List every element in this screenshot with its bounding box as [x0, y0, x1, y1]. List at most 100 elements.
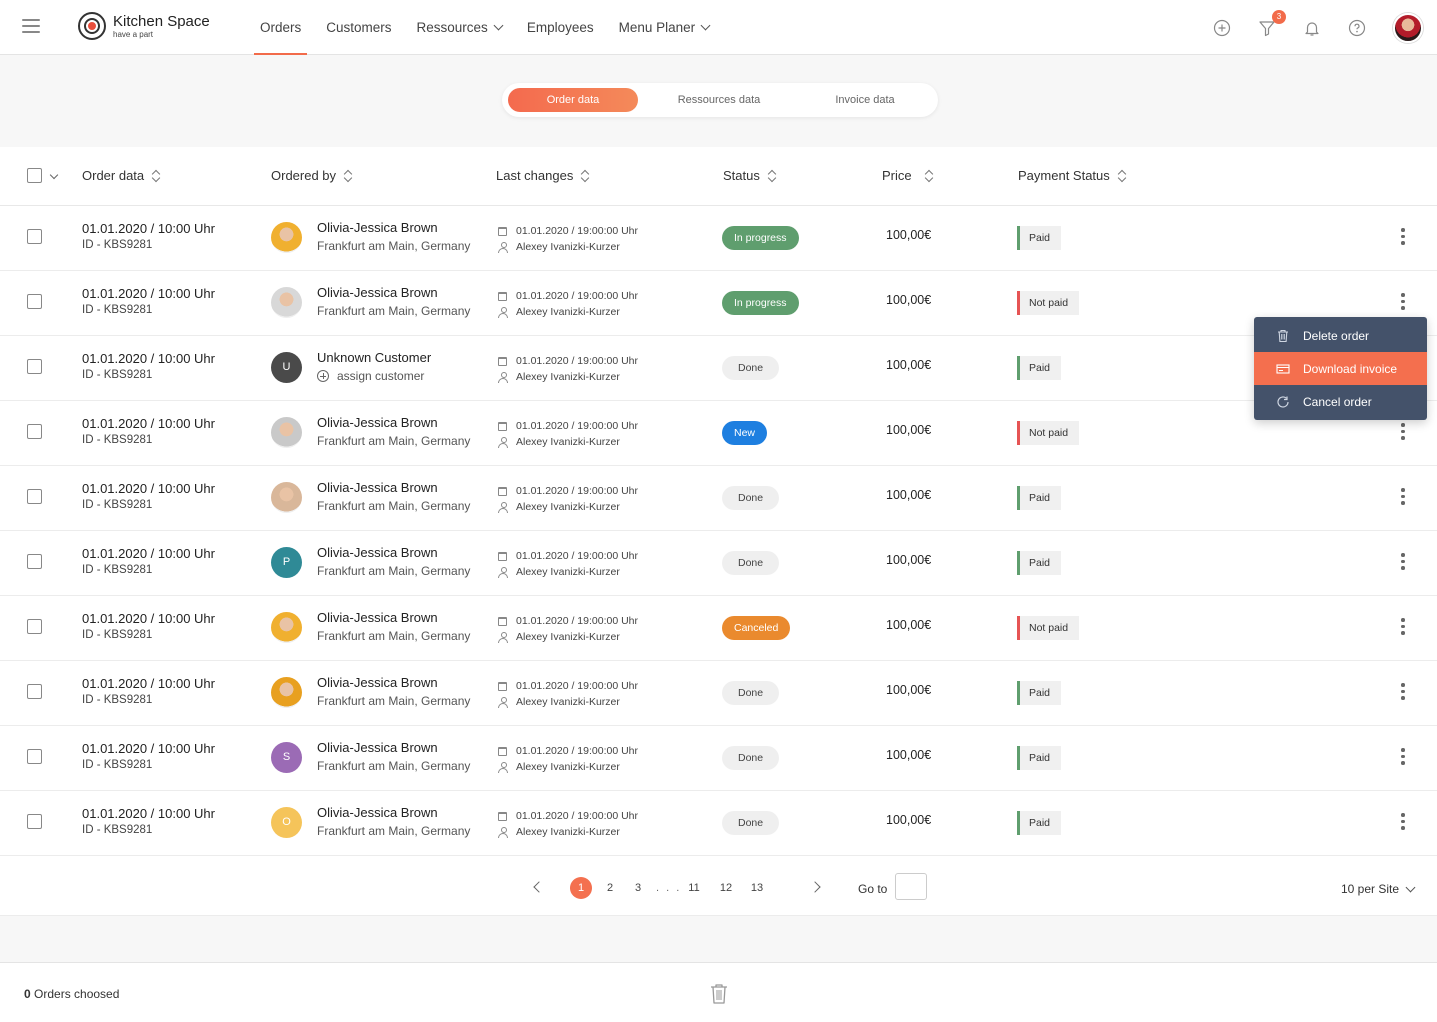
customer-name[interactable]: Olivia-Jessica Brown	[317, 285, 470, 300]
more-options-icon[interactable]	[1398, 488, 1408, 508]
page-13[interactable]: 13	[746, 877, 768, 899]
sort-icon[interactable]	[152, 170, 161, 182]
nav-item-orders[interactable]: Orders	[254, 0, 308, 55]
table-row[interactable]: 01.01.2020 / 10:00 Uhr ID - KBS9281 Olivia…	[0, 271, 1437, 336]
chevron-down-icon[interactable]	[49, 170, 59, 180]
more-options-icon[interactable]	[1398, 748, 1408, 768]
page-2[interactable]: 2	[599, 877, 621, 899]
calendar-icon	[498, 746, 507, 756]
order-info: 01.01.2020 / 10:00 Uhr ID - KBS9281	[82, 416, 215, 446]
table-row[interactable]: 01.01.2020 / 10:00 Uhr ID - KBS9281 Olivia…	[0, 401, 1437, 466]
customer-info: Olivia-Jessica Brown Frankfurt am Main, G…	[317, 805, 470, 838]
page-11[interactable]: 11	[683, 877, 705, 899]
table-row[interactable]: 01.01.2020 / 10:00 Uhr ID - KBS9281 Olivia…	[0, 206, 1437, 271]
row-checkbox[interactable]	[27, 749, 42, 764]
column-ordered-by[interactable]: Ordered by	[271, 168, 353, 183]
more-options-icon[interactable]	[1398, 813, 1408, 833]
more-options-icon[interactable]	[1398, 293, 1408, 313]
sort-icon[interactable]	[581, 170, 590, 182]
more-options-icon[interactable]	[1398, 553, 1408, 573]
tab-ressources-data[interactable]: Ressources data	[654, 88, 784, 112]
customer-name[interactable]: Olivia-Jessica Brown	[317, 545, 470, 560]
row-checkbox[interactable]	[27, 814, 42, 829]
page-1[interactable]: 1	[570, 877, 592, 899]
customer-name[interactable]: Olivia-Jessica Brown	[317, 415, 470, 430]
row-checkbox[interactable]	[27, 229, 42, 244]
filter-icon[interactable]: 3	[1258, 9, 1286, 37]
row-checkbox[interactable]	[27, 359, 42, 374]
customer-name[interactable]: Olivia-Jessica Brown	[317, 675, 470, 690]
table-row[interactable]: 01.01.2020 / 10:00 Uhr ID - KBS9281 O Olivi…	[0, 791, 1437, 856]
nav-item-employees[interactable]: Employees	[521, 0, 600, 55]
customer-name[interactable]: Olivia-Jessica Brown	[317, 480, 470, 495]
customer-info: Olivia-Jessica Brown Frankfurt am Main, G…	[317, 285, 470, 318]
page-3[interactable]: 3	[627, 877, 649, 899]
sort-icon[interactable]	[344, 170, 353, 182]
order-price: 100,00€	[886, 748, 932, 762]
sort-icon[interactable]	[925, 170, 934, 182]
bell-icon[interactable]	[1303, 19, 1321, 37]
row-checkbox[interactable]	[27, 489, 42, 504]
prev-page-icon[interactable]	[533, 881, 545, 893]
changed-date-text: 01.01.2020 / 19:00:00 Uhr	[516, 550, 639, 562]
per-page-select[interactable]: 10 per Site	[1341, 882, 1416, 896]
table-row[interactable]: 01.01.2020 / 10:00 Uhr ID - KBS9281 Olivia…	[0, 661, 1437, 726]
goto-page-input[interactable]	[895, 873, 927, 900]
column-payment-status[interactable]: Payment Status	[1018, 168, 1127, 183]
row-checkbox[interactable]	[27, 424, 42, 439]
order-id: ID - KBS9281	[82, 564, 153, 576]
menu-item-download-invoice[interactable]: Download invoice	[1254, 352, 1427, 385]
customer-name[interactable]: Olivia-Jessica Brown	[317, 610, 470, 625]
nav-item-menu-planer[interactable]: Menu Planer	[613, 0, 716, 55]
table-row[interactable]: 01.01.2020 / 10:00 Uhr ID - KBS9281 Olivia…	[0, 466, 1437, 531]
plus-circle-icon	[317, 370, 329, 382]
menu-item-cancel-order[interactable]: Cancel order	[1254, 385, 1427, 418]
row-checkbox[interactable]	[27, 294, 42, 309]
row-checkbox[interactable]	[27, 619, 42, 634]
tab-invoice-data[interactable]: Invoice data	[800, 88, 930, 112]
table-row[interactable]: 01.01.2020 / 10:00 Uhr ID - KBS9281 U Unkno…	[0, 336, 1437, 401]
column-last-changes[interactable]: Last changes	[496, 168, 590, 183]
sort-icon[interactable]	[1118, 170, 1127, 182]
customer-location-text: Frankfurt am Main, Germany	[317, 499, 471, 513]
table-row[interactable]: 01.01.2020 / 10:00 Uhr ID - KBS9281 S Olivi…	[0, 726, 1437, 791]
user-avatar[interactable]	[1393, 12, 1423, 43]
more-options-icon[interactable]	[1398, 423, 1408, 443]
status-badge: Canceled	[722, 616, 791, 640]
customer-name[interactable]: Olivia-Jessica Brown	[317, 220, 470, 235]
table-row[interactable]: 01.01.2020 / 10:00 Uhr ID - KBS9281 P Olivi…	[0, 531, 1437, 596]
menu-item-delete-order[interactable]: Delete order	[1254, 319, 1427, 352]
column-order-data[interactable]: Order data	[82, 168, 161, 183]
customer-location-text: Frankfurt am Main, Germany	[317, 759, 471, 773]
sort-icon[interactable]	[768, 170, 777, 182]
user-icon	[498, 242, 508, 253]
column-price[interactable]: Price	[882, 168, 934, 183]
add-icon[interactable]	[1213, 19, 1231, 37]
customer-name[interactable]: Olivia-Jessica Brown	[317, 805, 470, 820]
nav-item-customers[interactable]: Customers	[320, 0, 397, 55]
changed-date: 01.01.2020 / 19:00:00 Uhr	[498, 483, 638, 499]
row-checkbox[interactable]	[27, 684, 42, 699]
column-status[interactable]: Status	[723, 168, 777, 183]
select-all-checkbox[interactable]	[27, 168, 42, 183]
customer-name[interactable]: Olivia-Jessica Brown	[317, 740, 470, 755]
more-options-icon[interactable]	[1398, 683, 1408, 703]
calendar-icon	[498, 421, 507, 431]
payment-status-badge: Paid	[1017, 681, 1062, 705]
order-date: 01.01.2020 / 10:00 Uhr	[82, 221, 215, 236]
tab-order-data[interactable]: Order data	[508, 88, 638, 112]
row-checkbox[interactable]	[27, 554, 42, 569]
more-options-icon[interactable]	[1398, 618, 1408, 638]
user-icon	[498, 502, 508, 513]
page-12[interactable]: 12	[715, 877, 737, 899]
logo[interactable]: Kitchen Space have a part	[78, 12, 210, 40]
nav-item-ressources[interactable]: Ressources	[411, 0, 508, 55]
help-icon[interactable]	[1348, 19, 1366, 37]
next-page-icon[interactable]	[809, 881, 821, 893]
trash-icon[interactable]	[709, 983, 729, 1005]
more-options-icon[interactable]	[1398, 228, 1408, 248]
menu-icon[interactable]	[22, 19, 40, 33]
table-row[interactable]: 01.01.2020 / 10:00 Uhr ID - KBS9281 Olivia…	[0, 596, 1437, 661]
changed-date-text: 01.01.2020 / 19:00:00 Uhr	[516, 355, 639, 367]
assign-customer-link[interactable]: assign customer	[317, 369, 431, 383]
